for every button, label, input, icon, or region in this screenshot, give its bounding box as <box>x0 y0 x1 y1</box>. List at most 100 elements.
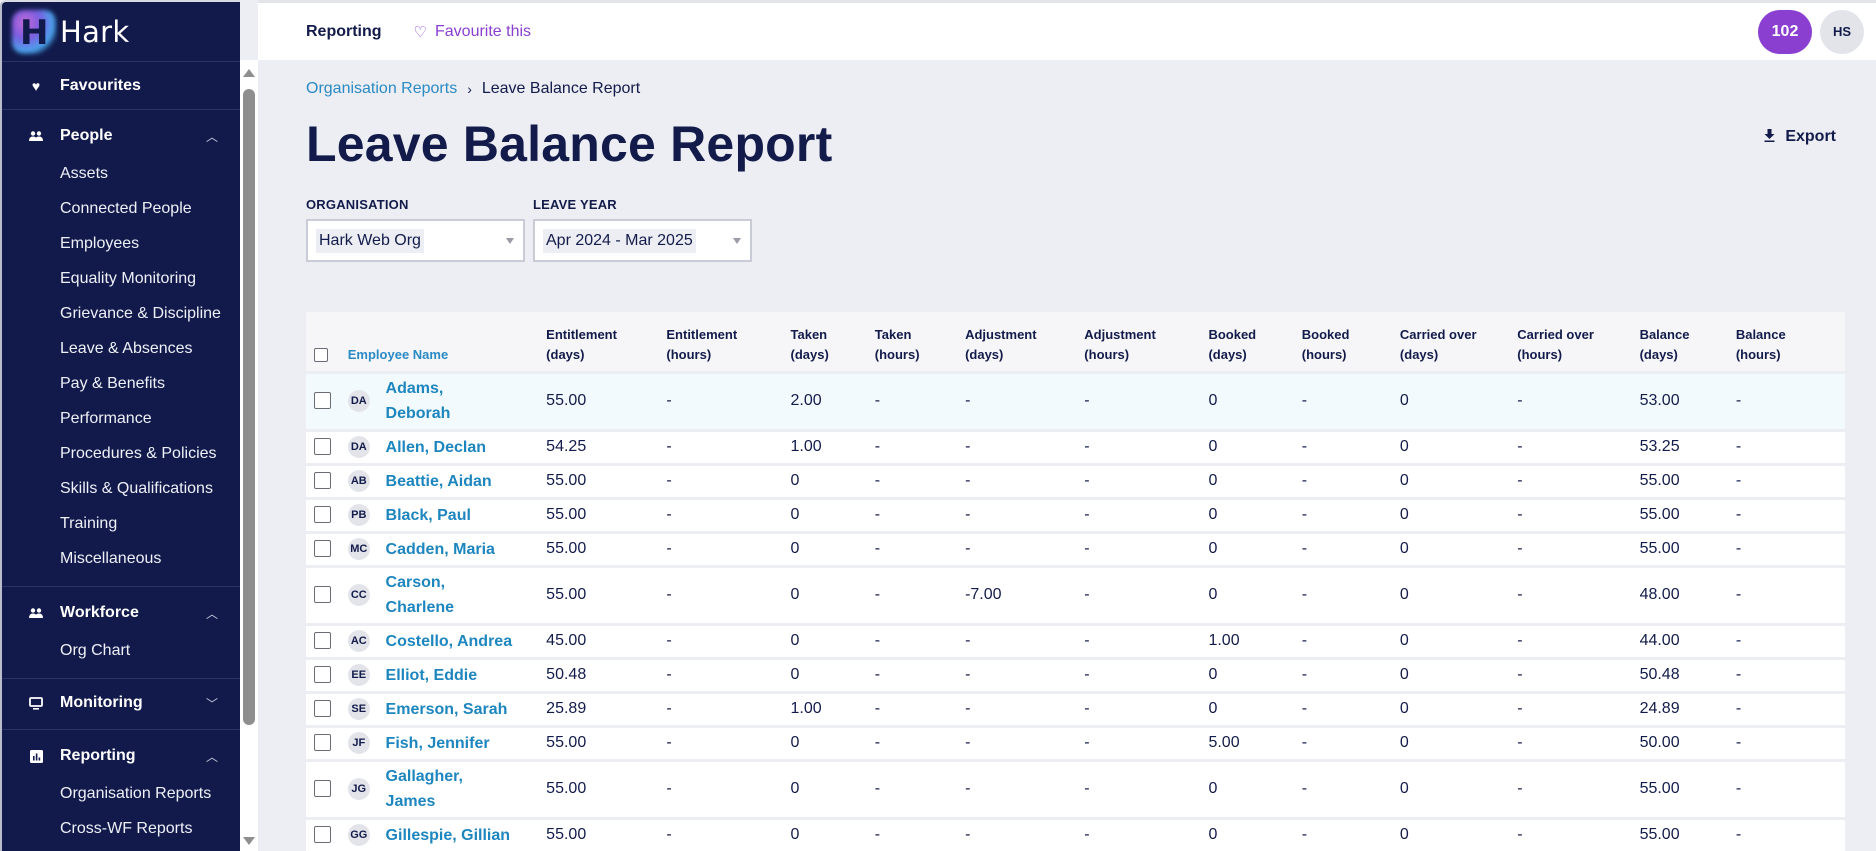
table-row[interactable]: DA Adams, Deborah 55.00-2.00- - -0-0-53.00- <box>306 372 1845 432</box>
row-checkbox[interactable] <box>314 666 331 684</box>
cell-adj-h: - <box>1084 464 1209 500</box>
column-header-car-h[interactable]: Carried over (hours) <box>1517 312 1640 374</box>
nav-item-training[interactable]: Training <box>2 506 240 541</box>
employee-name-link[interactable]: Elliot, Eddie <box>386 663 478 688</box>
cell-bok-d: 0 <box>1208 464 1302 500</box>
employee-name-link[interactable]: Black, Paul <box>386 503 471 528</box>
nav-item-leave-absences[interactable]: Leave & Absences <box>2 331 240 366</box>
cell-bok-d: 0 <box>1208 372 1302 432</box>
cell-tak-h: - <box>874 566 966 626</box>
nav-item-procedures-policies[interactable]: Procedures & Policies <box>2 436 240 471</box>
scrollbar-thumb[interactable] <box>243 89 255 725</box>
app-name: Hark <box>60 14 130 49</box>
cell-ent-d: 55.00 <box>546 566 667 626</box>
column-header-adj-h[interactable]: Adjustment (hours) <box>1084 312 1209 374</box>
select-all-checkbox[interactable] <box>314 348 328 363</box>
leave-year-select[interactable]: Apr 2024 - Mar 2025 <box>533 219 752 262</box>
column-header-bok-d[interactable]: Booked (days) <box>1208 312 1302 374</box>
nav-item-skills-qualifications[interactable]: Skills & Qualifications <box>2 471 240 506</box>
employee-name-link[interactable]: Fish, Jennifer <box>386 731 490 756</box>
cell-bok-h: - <box>1301 692 1400 728</box>
column-header-bal-d[interactable]: Balance (days) <box>1639 312 1736 374</box>
favourite-this-button[interactable]: ♡ Favourite this <box>414 23 532 41</box>
nav-people[interactable]: People ︿ <box>2 116 240 156</box>
employee-name-link[interactable]: Cadden, Maria <box>386 537 495 562</box>
column-header-bal-h[interactable]: Balance (hours) <box>1735 312 1845 374</box>
table-row[interactable]: AB Beattie, Aidan 55.00-0- - -0-0-55.00- <box>306 464 1845 500</box>
column-header-label: Booked <box>1301 326 1350 342</box>
employee-name-link[interactable]: Allen, Declan <box>386 435 486 460</box>
column-header-adj-d[interactable]: Adjustment (days) <box>965 312 1085 374</box>
column-header-tak-d[interactable]: Taken (days) <box>790 312 875 374</box>
cell-adj-h: - <box>1084 498 1209 534</box>
nav-item-miscellaneous[interactable]: Miscellaneous <box>2 541 240 576</box>
cell-ent-h: - <box>666 532 791 568</box>
cell-ent-d: 55.00 <box>546 372 667 432</box>
nav-item-organisation-reports[interactable]: Organisation Reports <box>2 776 240 811</box>
employee-name-link[interactable]: Beattie, Aidan <box>386 469 492 494</box>
row-checkbox[interactable] <box>314 438 331 456</box>
row-checkbox[interactable] <box>314 780 331 798</box>
table-row[interactable]: JG Gallagher, James 55.00-0- - -0-0-55.00- <box>306 760 1845 820</box>
row-checkbox[interactable] <box>314 586 331 604</box>
table-row[interactable]: PB Black, Paul 55.00-0- - -0-0-55.00- <box>306 498 1845 534</box>
row-checkbox[interactable] <box>314 392 331 410</box>
table-row[interactable]: SE Emerson, Sarah 25.89-1.00- - -0-0-24.89- <box>306 692 1845 728</box>
employee-name-link[interactable]: Carson, Charlene <box>386 570 454 620</box>
nav-item-performance[interactable]: Performance <box>2 401 240 436</box>
scroll-down-arrow-icon[interactable] <box>243 837 255 845</box>
chevron-up-icon: ︿ <box>205 606 218 621</box>
export-button[interactable]: Export <box>1764 128 1836 146</box>
cell-tak-h: - <box>874 372 966 432</box>
row-checkbox[interactable] <box>314 734 331 752</box>
nav-reporting[interactable]: Reporting ︿ <box>2 736 240 776</box>
nav-item-pay-benefits[interactable]: Pay & Benefits <box>2 366 240 401</box>
sidebar-scrollbar[interactable] <box>240 60 258 851</box>
nav-favourites[interactable]: ♥ Favourites <box>2 66 240 106</box>
row-checkbox[interactable] <box>314 826 331 844</box>
row-checkbox[interactable] <box>314 472 331 490</box>
column-header-ent-d[interactable]: Entitlement (days) <box>546 312 667 374</box>
scroll-up-arrow-icon[interactable] <box>243 69 255 77</box>
notification-count-badge[interactable]: 102 <box>1758 9 1812 54</box>
row-checkbox[interactable] <box>314 632 331 650</box>
nav-item-equality-monitoring[interactable]: Equality Monitoring <box>2 261 240 296</box>
column-header-tak-h[interactable]: Taken (hours) <box>874 312 966 374</box>
table-row[interactable]: AC Costello, Andrea 45.00-0- - -1.00-0-44.00… <box>306 624 1845 660</box>
nav-item-connected-people[interactable]: Connected People <box>2 191 240 226</box>
nav-item-assets[interactable]: Assets <box>2 156 240 191</box>
column-header-bok-h[interactable]: Booked (hours) <box>1301 312 1400 374</box>
nav-monitoring[interactable]: Monitoring ﹀ <box>2 683 240 723</box>
nav-workforce[interactable]: Workforce ︿ <box>2 593 240 633</box>
row-checkbox[interactable] <box>314 700 331 718</box>
table-row[interactable]: DA Allen, Declan 54.25-1.00- - -0-0-53.25- <box>306 430 1845 466</box>
breadcrumb-organisation-reports[interactable]: Organisation Reports <box>306 80 457 98</box>
organisation-select[interactable]: Hark Web Org <box>306 219 525 262</box>
column-header-name[interactable]: Employee Name <box>347 312 547 374</box>
logo[interactable]: H Hark <box>2 2 240 62</box>
nav-item-cross-wf-reports[interactable]: Cross-WF Reports <box>2 811 240 846</box>
cell-bok-d: 1.00 <box>1208 624 1302 660</box>
employee-name-link[interactable]: Gallagher, James <box>386 764 463 814</box>
employee-name-link[interactable]: Costello, Andrea <box>386 629 513 654</box>
employee-name-cell: Fish, Jennifer <box>385 726 547 762</box>
row-checkbox[interactable] <box>314 506 331 524</box>
user-avatar[interactable]: HS <box>1820 9 1864 54</box>
employee-name-link[interactable]: Emerson, Sarah <box>386 697 508 722</box>
table-row[interactable]: EE Elliot, Eddie 50.48-0- - -0-0-50.48- <box>306 658 1845 694</box>
table-row[interactable]: JF Fish, Jennifer 55.00-0- - -5.00-0-50.00- <box>306 726 1845 762</box>
table-row[interactable]: GG Gillespie, Gillian 55.00-0- - -0-0-55.00- <box>306 818 1845 851</box>
employee-name-link[interactable]: Gillespie, Gillian <box>386 823 510 848</box>
table-row[interactable]: CC Carson, Charlene 55.00-0- -7.00-0-0-48.00… <box>306 566 1845 626</box>
employee-name-cell: Gallagher, James <box>385 760 547 820</box>
column-header-ent-h[interactable]: Entitlement (hours) <box>666 312 791 374</box>
row-checkbox[interactable] <box>314 540 331 558</box>
column-header-label: Entitlement <box>546 326 617 342</box>
column-header-car-d[interactable]: Carried over (days) <box>1399 312 1518 374</box>
employee-name-link[interactable]: Adams, Deborah <box>386 376 451 426</box>
nav-item-grievance-discipline[interactable]: Grievance & Discipline <box>2 296 240 331</box>
table-row[interactable]: MC Cadden, Maria 55.00-0- - -0-0-55.00- <box>306 532 1845 568</box>
nav-item-employees[interactable]: Employees <box>2 226 240 261</box>
nav-item-org-chart[interactable]: Org Chart <box>2 633 240 668</box>
employee-name-line: Costello, Andrea <box>385 632 513 650</box>
